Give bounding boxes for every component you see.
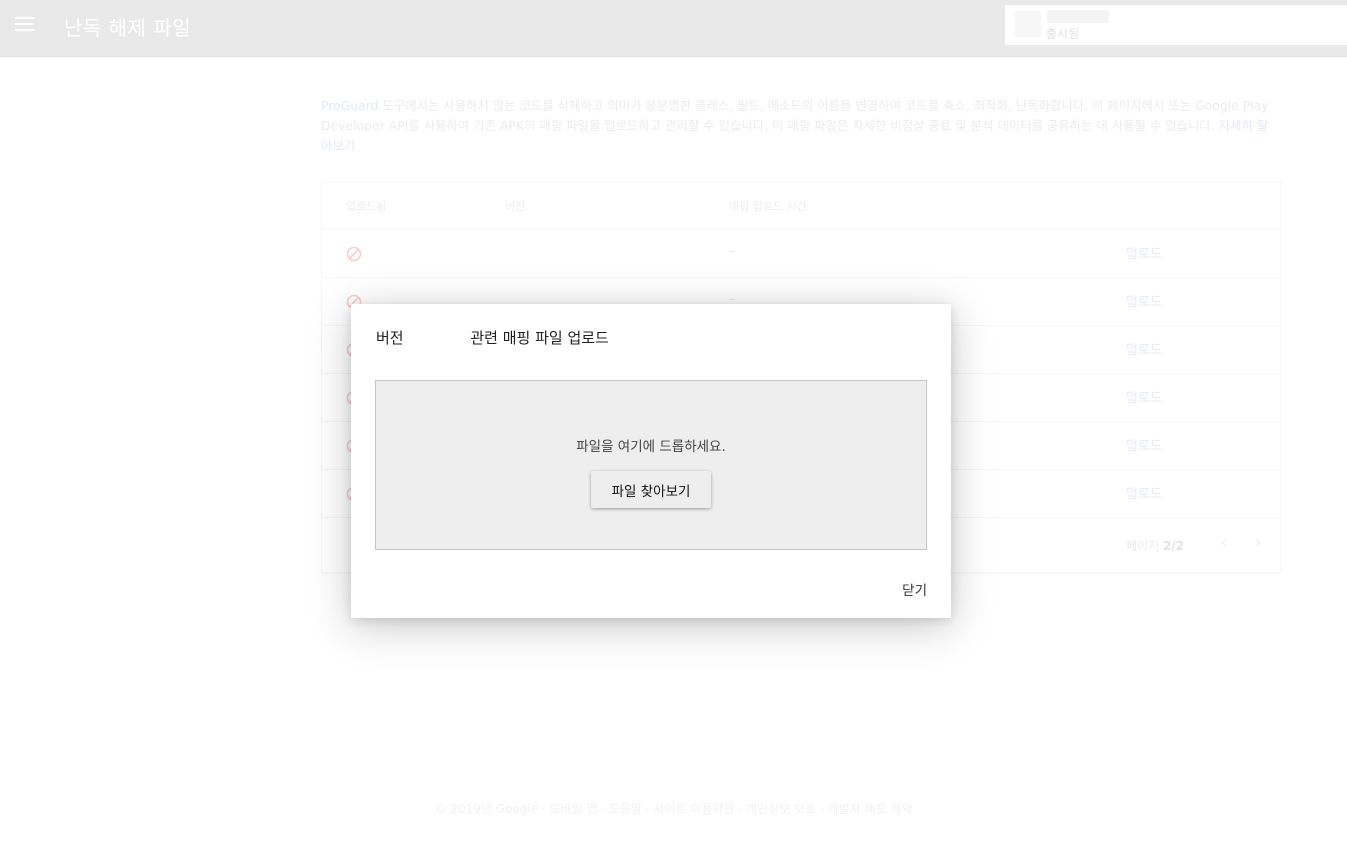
version-redacted <box>499 245 563 263</box>
page-value: 2/2 <box>1162 539 1185 553</box>
dialog-title: 버전 관련 매핑 파일 업로드 <box>376 329 609 347</box>
file-drop-zone[interactable]: 파일을 여기에 드롭하세요. 파일 찾아보기 <box>375 380 927 550</box>
drop-hint: 파일을 여기에 드롭하세요. <box>576 439 726 455</box>
header-upload-time: 매핑 업로드 시간 <box>729 200 807 213</box>
upload-link[interactable]: 업로드 <box>1126 483 1162 502</box>
table-header: 업로드됨 버전 매핑 업로드 시간 <box>322 182 1280 229</box>
menu-icon[interactable] <box>15 17 35 33</box>
upload-link[interactable]: 업로드 <box>1126 387 1162 406</box>
chevron-right-icon[interactable]: › <box>1248 534 1268 554</box>
intro-paragraph: ProGuard 도구에서는 사용하지 않는 코드를 삭제하고 의미가 불분명한… <box>321 96 1276 156</box>
chevron-left-icon[interactable]: ‹ <box>1214 534 1234 554</box>
intro-text: 도구에서는 사용하지 않는 코드를 삭제하고 의미가 불분명한 클래스, 필드,… <box>321 98 1269 133</box>
pagination: 페이지 2/2 ‹ › <box>1080 518 1280 574</box>
app-status: 출시됨 <box>1046 27 1080 41</box>
top-app-bar: 난독 해제 파일 출시됨 <box>0 0 1347 57</box>
proguard-link[interactable]: ProGuard <box>321 98 378 113</box>
page-indicator: 페이지 2/2 <box>1126 537 1184 554</box>
upload-mapping-dialog: 버전 관련 매핑 파일 업로드 파일을 여기에 드롭하세요. 파일 찾아보기 닫… <box>351 304 951 618</box>
app-name-redacted <box>1047 10 1109 23</box>
upload-link[interactable]: 업로드 <box>1126 435 1162 454</box>
page: 난독 해제 파일 출시됨 ProGuard 도구에서는 사용하지 않는 코드를 … <box>0 0 1347 856</box>
table-row: – 업로드 <box>322 230 1280 278</box>
upload-link[interactable]: 업로드 <box>1126 339 1162 358</box>
footer: © 2019년 Google · 모바일 앱 · 도움말 · 사이트 이용약관 … <box>434 802 913 816</box>
browse-files-button[interactable]: 파일 찾아보기 <box>591 471 711 508</box>
page-title: 난독 해제 파일 <box>64 16 192 40</box>
header-uploaded: 업로드됨 <box>346 200 387 213</box>
header-version: 버전 <box>505 200 526 213</box>
app-icon <box>1015 11 1041 37</box>
upload-link[interactable]: 업로드 <box>1126 291 1162 310</box>
upload-time: – <box>729 244 736 259</box>
upload-link[interactable]: 업로드 <box>1126 243 1162 262</box>
blocked-icon <box>346 246 362 262</box>
close-button[interactable]: 닫기 <box>902 579 927 599</box>
page-label: 페이지 <box>1126 539 1160 553</box>
app-selector[interactable]: 출시됨 <box>1005 5 1347 45</box>
